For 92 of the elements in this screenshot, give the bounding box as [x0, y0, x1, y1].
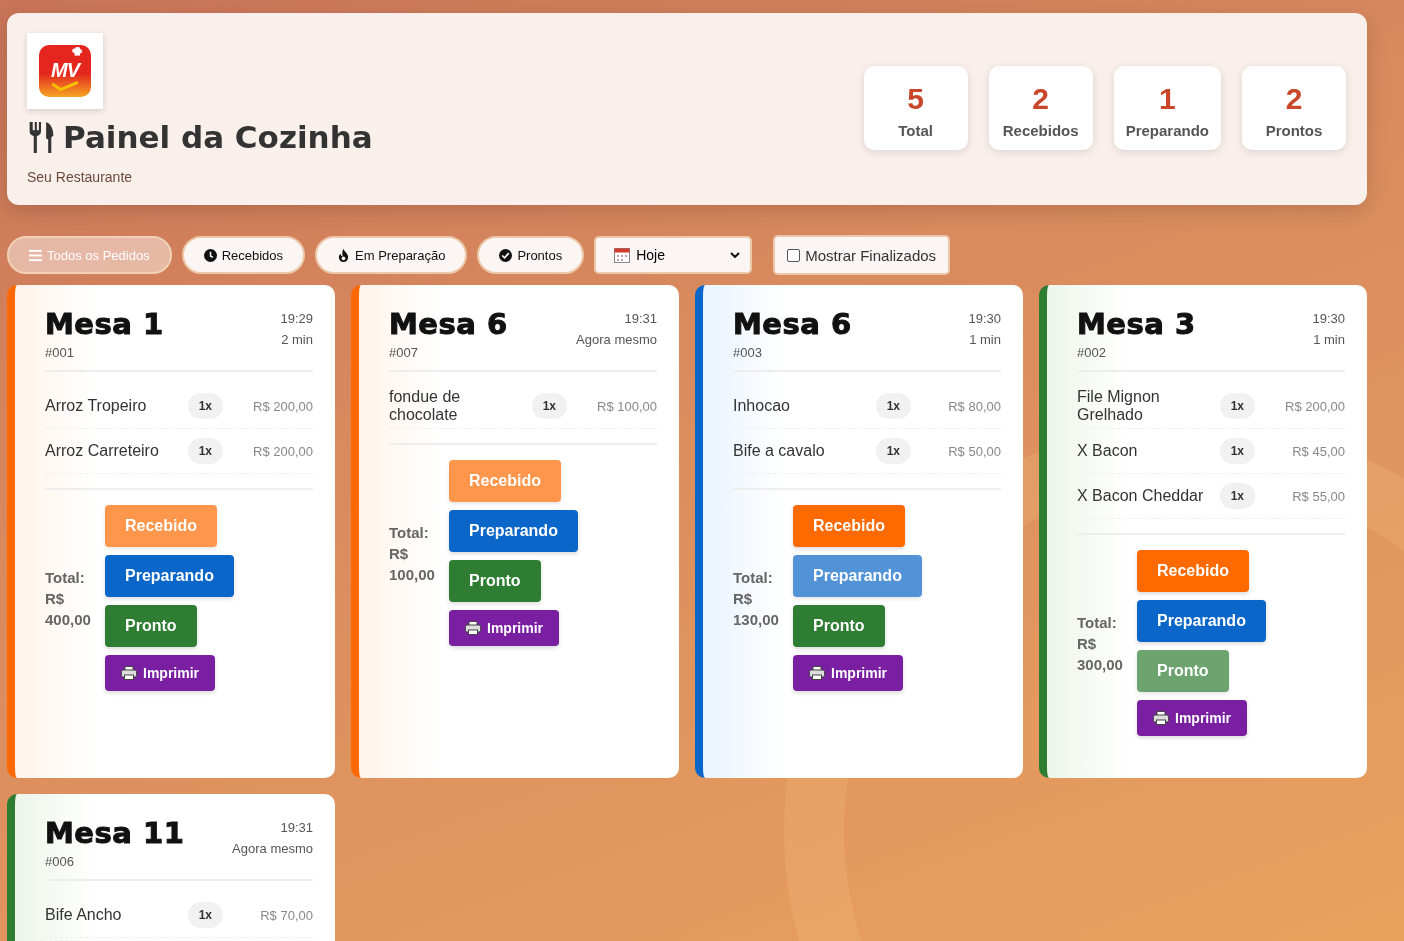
quantity-badge: 1x — [1219, 393, 1255, 419]
printer-icon — [465, 621, 481, 635]
order-total: Total: R$ 300,00 — [1077, 612, 1124, 675]
stat-label: Preparando — [1125, 122, 1209, 139]
caret-icon — [730, 252, 741, 258]
order-time: 19:30 — [968, 311, 1001, 326]
elapsed-time: 1 min — [1312, 332, 1345, 347]
table-name: Mesa 3 — [1077, 307, 1196, 341]
status-button[interactable]: Preparando — [449, 510, 578, 552]
order-number: #003 — [733, 345, 763, 360]
status-button[interactable]: Pronto — [449, 560, 541, 602]
order-time: 19:31 — [623, 311, 657, 326]
item-price: R$ 100,00 — [596, 398, 657, 414]
table-name: Mesa 6 — [733, 307, 852, 341]
show-finished-toggle[interactable]: Mostrar Finalizados — [773, 235, 951, 275]
checkbox[interactable] — [787, 248, 801, 262]
elapsed-time: Agora mesmo — [576, 332, 657, 347]
printer-icon — [121, 666, 137, 680]
clock-icon — [203, 248, 217, 262]
item-name: X Bacon — [1077, 442, 1139, 460]
filter-tab[interactable]: Recebidos — [181, 236, 306, 274]
item-name: X Bacon Cheddar — [1077, 487, 1205, 505]
item-name: Arroz Carreteiro — [45, 442, 160, 460]
item-price: R$ 50,00 — [947, 443, 1001, 459]
stat-value: 1 — [1157, 84, 1177, 114]
status-button[interactable]: Pronto — [793, 605, 885, 647]
quantity-badge: 1x — [531, 393, 567, 419]
item-price: R$ 55,00 — [1291, 488, 1345, 504]
order-time: 19:29 — [280, 311, 313, 326]
printer-icon — [1153, 711, 1169, 725]
order-total: Total: R$ 400,00 — [45, 567, 92, 630]
flame-icon — [337, 248, 351, 262]
elapsed-time: Agora mesmo — [232, 841, 313, 856]
table-name: Mesa 11 — [45, 816, 185, 850]
quantity-badge: 1x — [187, 393, 223, 419]
filter-tab[interactable]: Prontos — [477, 236, 585, 274]
status-button[interactable]: Recebido — [793, 505, 905, 547]
quantity-badge: 1x — [187, 438, 223, 464]
print-button[interactable]: Imprimir — [449, 610, 559, 646]
table-name: Mesa 1 — [45, 307, 164, 341]
printer-icon — [809, 666, 825, 680]
order-time: 19:30 — [1312, 311, 1345, 326]
item-name: Bife a cavalo — [733, 442, 826, 460]
quantity-badge: 1x — [875, 393, 911, 419]
stat-value: 2 — [1031, 84, 1050, 114]
item-price: R$ 200,00 — [1284, 398, 1345, 414]
quantity-badge: 1x — [187, 902, 223, 928]
status-button[interactable]: Pronto — [105, 605, 197, 647]
quantity-badge: 1x — [1219, 483, 1255, 509]
stat-label: Prontos — [1264, 122, 1324, 139]
stat-value: 5 — [906, 84, 925, 114]
item-price: R$ 70,00 — [259, 907, 313, 923]
item-price: R$ 45,00 — [1291, 443, 1345, 459]
item-name: Bife Ancho — [45, 906, 123, 924]
print-button[interactable]: Imprimir — [793, 655, 903, 691]
item-price: R$ 80,00 — [947, 398, 1001, 414]
order-number: #007 — [389, 345, 419, 360]
item-price: R$ 200,00 — [252, 443, 313, 459]
menu-icon — [29, 248, 42, 262]
stat-label: Recebidos — [1001, 122, 1080, 139]
status-button[interactable]: Pronto — [1137, 650, 1229, 692]
order-total: Total: R$ 100,00 — [389, 522, 436, 585]
check-circle-icon — [499, 248, 513, 262]
stat-label: Total — [897, 122, 934, 139]
table-name: Mesa 6 — [389, 307, 508, 341]
order-number: #002 — [1077, 345, 1107, 360]
filter-tab[interactable]: Em Preparação — [315, 236, 468, 274]
elapsed-time: 1 min — [968, 332, 1001, 347]
quantity-badge: 1x — [1219, 438, 1255, 464]
item-name: File Mignon Grelhado — [1077, 388, 1161, 424]
print-button[interactable]: Imprimir — [1137, 700, 1247, 736]
order-time: 19:31 — [279, 820, 313, 835]
item-name: Inhocao — [733, 397, 791, 415]
quantity-badge: 1x — [875, 438, 911, 464]
calendar-icon — [614, 247, 631, 263]
elapsed-time: 2 min — [280, 332, 313, 347]
item-name: Arroz Tropeiro — [45, 397, 148, 415]
date-dropdown[interactable]: Hoje — [594, 236, 753, 274]
status-button[interactable]: Preparando — [105, 555, 234, 597]
restaurant-name: Seu Restaurante — [27, 169, 134, 185]
item-price: R$ 200,00 — [252, 398, 313, 414]
print-button[interactable]: Imprimir — [105, 655, 215, 691]
page-title: Painel da Cozinha — [63, 119, 373, 155]
item-name: fondue de chocolate — [389, 388, 462, 424]
status-button[interactable]: Preparando — [793, 555, 922, 597]
order-total: Total: R$ 130,00 — [733, 567, 780, 630]
order-number: #006 — [45, 854, 75, 869]
order-number: #001 — [45, 345, 75, 360]
status-button[interactable]: Recebido — [1137, 550, 1249, 592]
stat-value: 2 — [1284, 84, 1304, 114]
status-button[interactable]: Preparando — [1137, 600, 1266, 642]
logo: MV — [27, 33, 103, 109]
